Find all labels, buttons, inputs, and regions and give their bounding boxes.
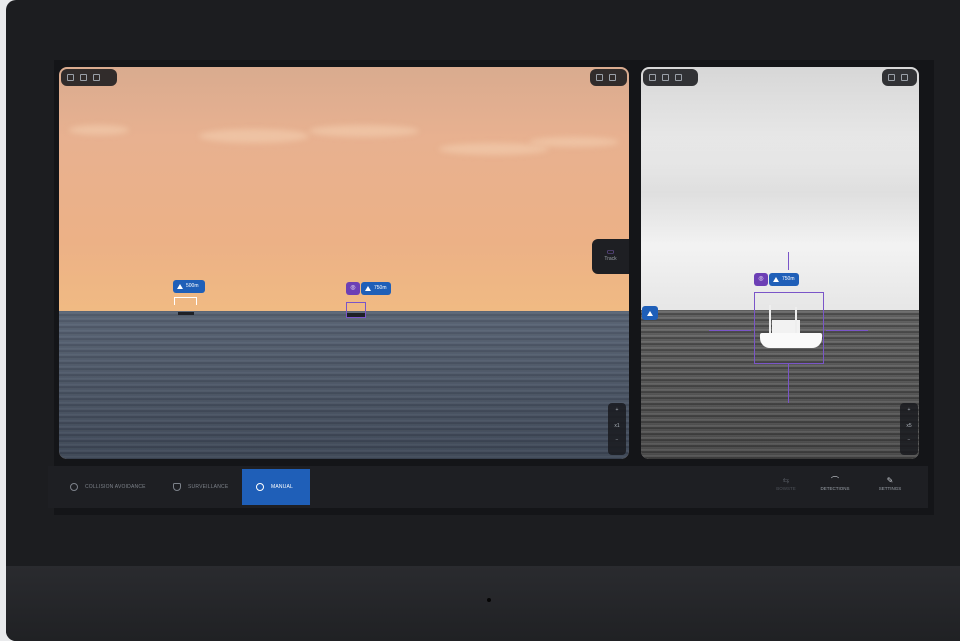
zoom-level: x5 [906, 423, 912, 429]
tracked-icon[interactable]: ◎ [346, 282, 360, 295]
mode-label: SURVEILLANCE [188, 484, 229, 490]
crosshair-line [709, 330, 751, 331]
target-label[interactable]: 750m [361, 282, 391, 295]
nav-label: SETTINGS [878, 486, 902, 491]
compass-icon [70, 483, 78, 491]
nav-bowste[interactable]: ⇆ BOWSTE [766, 476, 806, 491]
camera-options-chip[interactable] [882, 69, 917, 86]
crosshair-line [826, 330, 868, 331]
vessel [178, 312, 194, 315]
target-distance: 500m [186, 283, 199, 289]
dual-arrow-icon: ⇆ [782, 476, 790, 485]
left-camera-view[interactable]: 500m ◎ 750m + x1 − [59, 67, 629, 459]
camera-tools-chip[interactable] [61, 69, 117, 86]
target-label[interactable]: 500m [173, 280, 205, 293]
target-distance: 750m [782, 276, 795, 282]
cloud [309, 125, 419, 137]
target-bracket [174, 297, 197, 305]
nav-label: BOWSTE [776, 486, 796, 491]
camera-options-chip[interactable] [590, 69, 627, 86]
bezel-bottom [6, 566, 960, 641]
zoom-control[interactable]: + x1 − [608, 403, 626, 455]
zoom-level: x1 [614, 423, 620, 429]
track-icon: ▭ [606, 247, 615, 256]
steering-wheel-icon [256, 483, 264, 491]
cloud [439, 143, 549, 155]
shield-icon [173, 483, 181, 491]
target-label[interactable]: 750m [769, 273, 799, 286]
vessel [347, 313, 365, 317]
mode-manual[interactable]: MANUAL [242, 469, 310, 505]
zoom-control[interactable]: + x5 − [900, 403, 918, 455]
boat-icon [365, 286, 371, 291]
cloud [529, 137, 619, 147]
cloud [199, 129, 309, 143]
target-distance: 750m [374, 285, 387, 291]
camera-tools-chip[interactable] [643, 69, 698, 86]
mode-label: MANUAL [271, 484, 294, 490]
boat-icon [177, 284, 183, 289]
track-button[interactable]: ▭ Track [592, 239, 629, 274]
track-label: Track [604, 256, 617, 262]
crosshair-line [788, 252, 789, 270]
sea-tint [59, 311, 629, 459]
nav-detections[interactable]: ⌒ DETECTIONS [815, 476, 855, 491]
crosshair-line [788, 363, 789, 403]
wrench-icon: ✎ [886, 476, 894, 485]
nav-settings[interactable]: ✎ SETTINGS [870, 476, 910, 491]
mode-label: COLLISION AVOIDANCE [85, 484, 146, 490]
offscreen-target-indicator[interactable] [642, 306, 658, 320]
nav-label: DETECTIONS [820, 486, 850, 491]
detections-icon: ⌒ [831, 476, 839, 485]
right-camera-view[interactable]: ◎ 750m + x5 − [641, 67, 919, 459]
boat-icon [773, 277, 779, 282]
boat-icon [647, 310, 653, 316]
cloud [69, 125, 129, 135]
mode-collision-avoidance[interactable]: COLLISION AVOIDANCE [70, 469, 146, 505]
tracked-icon[interactable]: ◎ [754, 273, 768, 286]
camera-dot [487, 598, 491, 602]
mist [641, 137, 919, 247]
mode-surveillance[interactable]: SURVEILLANCE [173, 469, 228, 505]
